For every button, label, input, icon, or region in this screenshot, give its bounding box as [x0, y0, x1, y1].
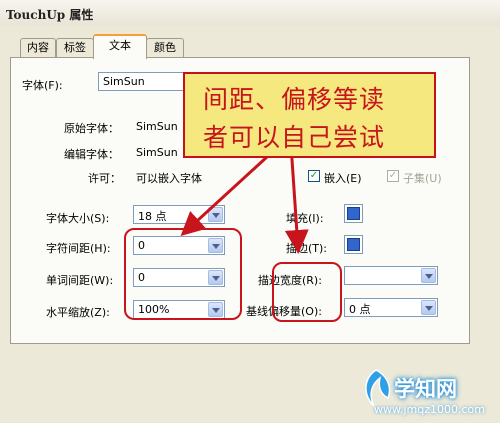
watermark-logo-icon	[365, 369, 391, 407]
watermark-site: 学知网	[394, 377, 457, 401]
watermark-url: www.jmqz1000.com	[374, 403, 485, 416]
annotation-callout: 间距、偏移等读 者可以自己尝试	[183, 72, 436, 158]
annotation-line-1: 间距、偏移等读	[203, 85, 386, 114]
annotation-arrows	[180, 129, 309, 254]
annotation-line-2: 者可以自己尝试	[203, 123, 386, 152]
